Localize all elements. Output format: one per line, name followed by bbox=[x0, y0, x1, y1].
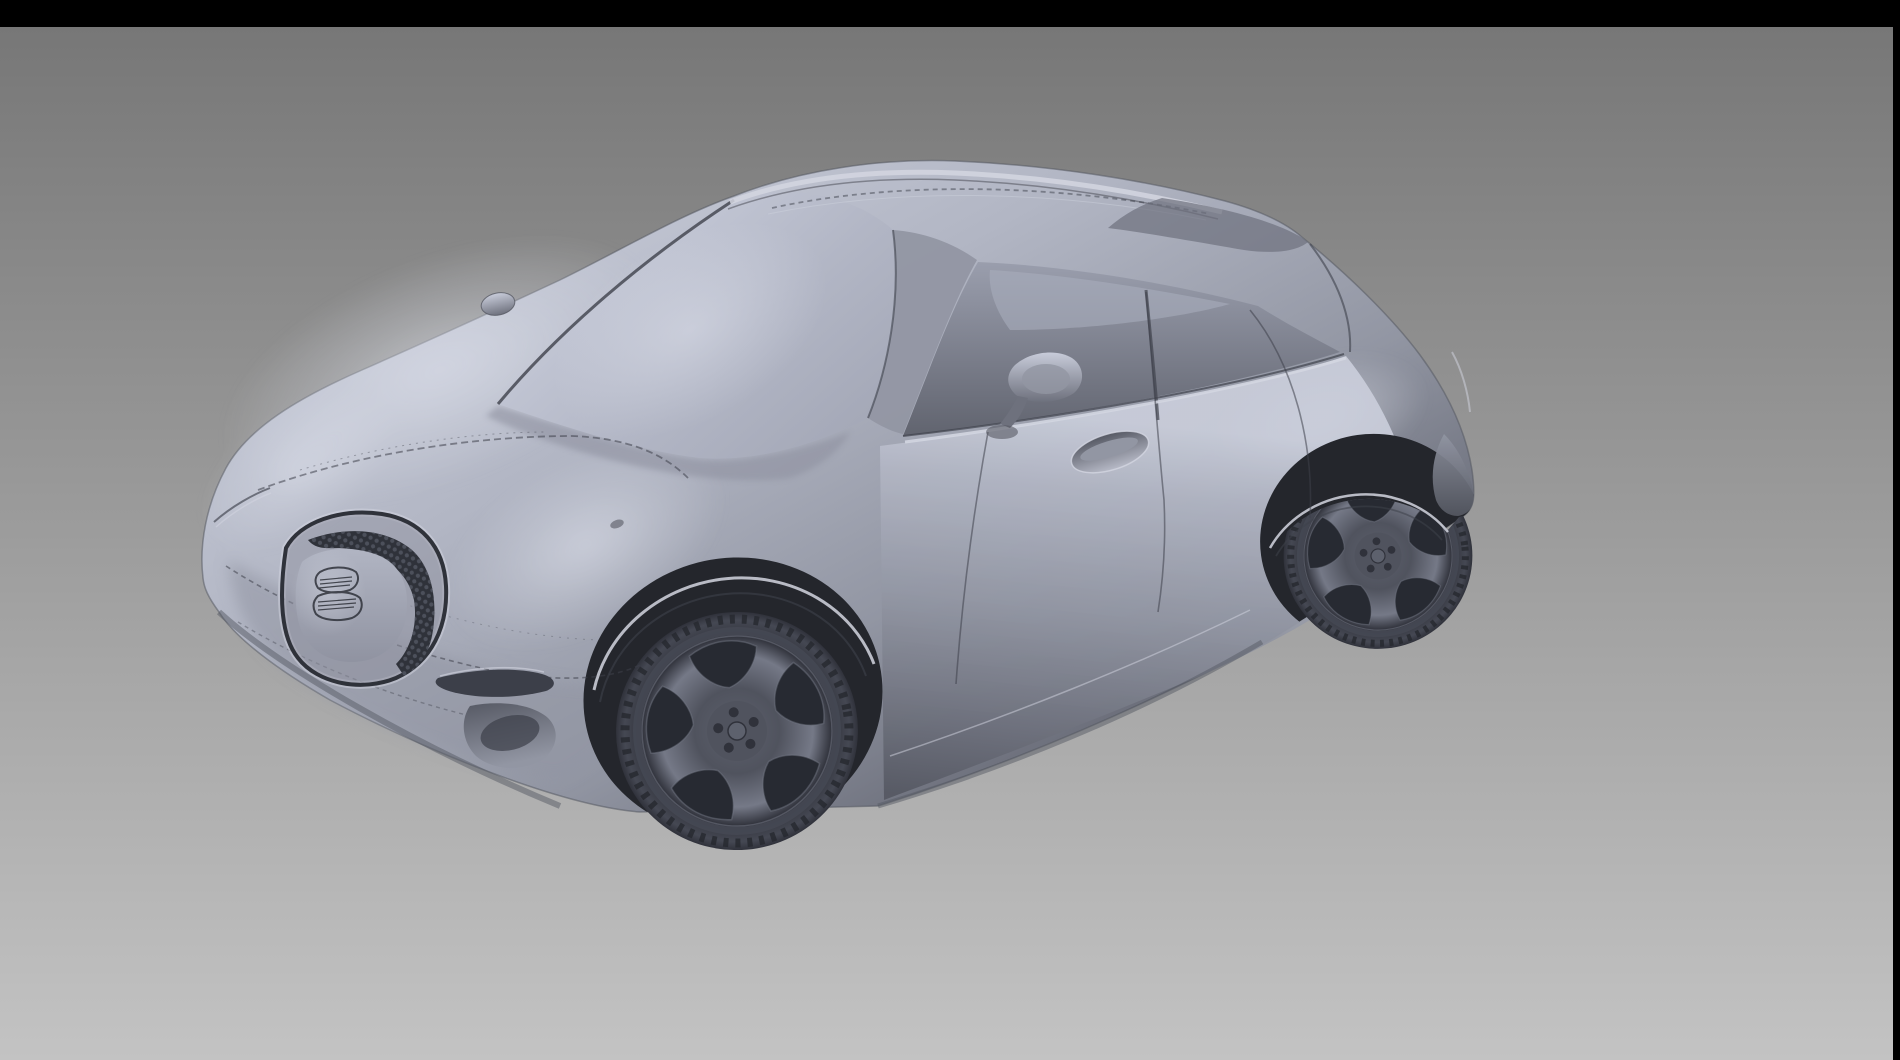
render-viewport: Monochrome 3D CAD studio render of a SEA… bbox=[0, 0, 1900, 1060]
letterbox-right-bar bbox=[1893, 0, 1900, 1060]
mirror-face bbox=[1022, 364, 1070, 394]
front-grille bbox=[282, 513, 446, 685]
mirror-mount-shadow bbox=[986, 425, 1018, 439]
letterbox-top-bar bbox=[0, 0, 1900, 27]
car-render-canvas: Monochrome 3D CAD studio render of a SEA… bbox=[0, 0, 1900, 1060]
